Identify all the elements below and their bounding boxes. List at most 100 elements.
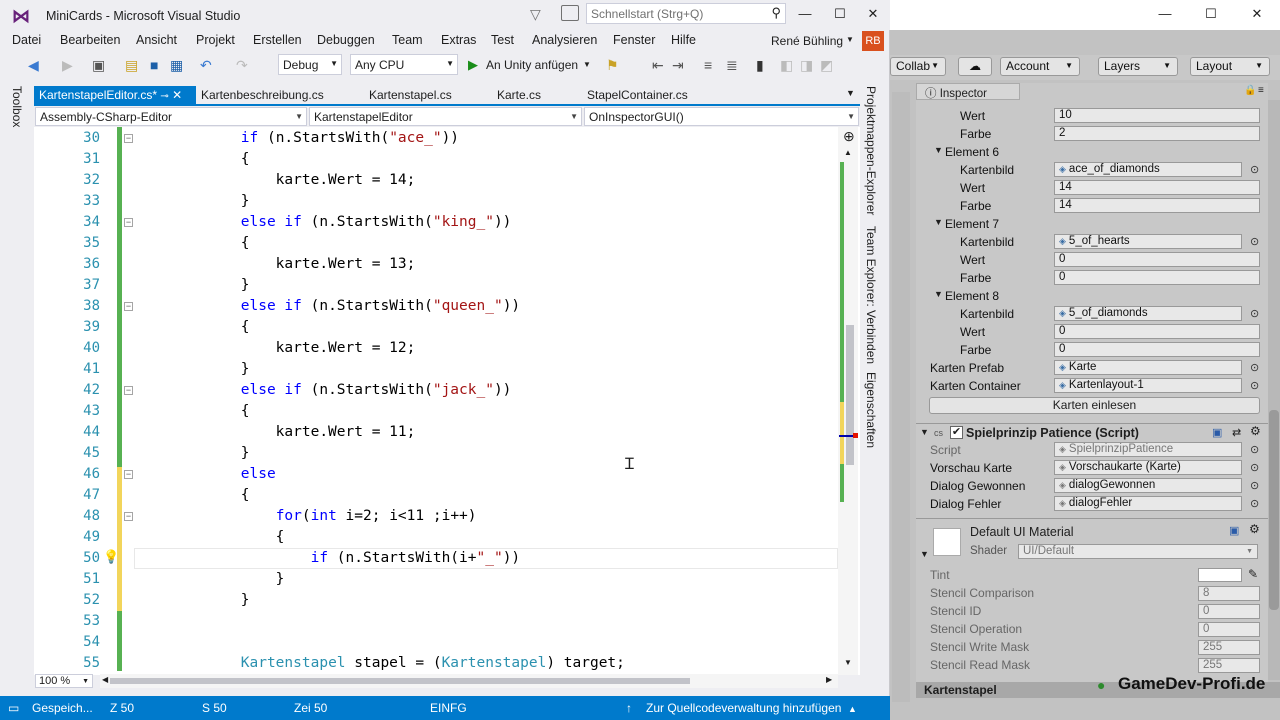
code-line[interactable]: karte.Wert = 13; bbox=[136, 254, 416, 275]
collapse-icon[interactable]: − bbox=[124, 470, 133, 479]
code-line[interactable]: else if (n.StartsWith("queen_")) bbox=[136, 296, 520, 317]
code-line[interactable]: } bbox=[136, 275, 250, 296]
solution-explorer-tab[interactable]: Projektmappen-Explorer bbox=[864, 86, 878, 215]
redo-icon[interactable]: ↷ bbox=[236, 57, 248, 73]
layers-button[interactable]: Layers ▼ bbox=[1098, 57, 1178, 76]
menu-test[interactable]: Test bbox=[491, 33, 514, 47]
configuration-select[interactable]: Debug ▼ bbox=[278, 54, 342, 75]
code-line[interactable]: if (n.StartsWith("ace_")) bbox=[136, 128, 459, 149]
horizontal-scroll-thumb[interactable] bbox=[110, 678, 690, 684]
gear-icon[interactable]: ⚙ bbox=[1250, 424, 1261, 438]
lock-icon[interactable]: 🔒 bbox=[1244, 85, 1256, 96]
object-picker-icon[interactable]: ⊙ bbox=[1250, 479, 1259, 492]
scroll-up-icon[interactable]: ▲ bbox=[844, 148, 852, 157]
menu-fenster[interactable]: Fenster bbox=[613, 33, 655, 47]
scroll-right-icon[interactable]: ▶ bbox=[826, 675, 832, 684]
code-line[interactable]: } bbox=[136, 359, 250, 380]
material-property-value[interactable]: 0 bbox=[1198, 622, 1260, 637]
menu-hilfe[interactable]: Hilfe bbox=[671, 33, 696, 47]
tab-kartenstapel[interactable]: Kartenstapel.cs bbox=[364, 86, 457, 104]
save-all-icon[interactable]: ▦ bbox=[170, 57, 183, 73]
tab-kartenstapeleditor[interactable]: KartenstapelEditor.cs* ⊸ ✕ bbox=[34, 86, 196, 104]
inspector-tab[interactable]: ⓘ Inspector bbox=[916, 83, 1020, 100]
material-property-value[interactable]: 0 bbox=[1198, 604, 1260, 619]
close-tab-icon[interactable]: ✕ bbox=[172, 88, 182, 102]
value-field[interactable]: 14 bbox=[1054, 198, 1260, 213]
tab-overflow-icon[interactable]: ▼ bbox=[846, 88, 855, 98]
code-line[interactable]: karte.Wert = 12; bbox=[136, 338, 416, 359]
menu-team[interactable]: Team bbox=[392, 33, 423, 47]
class-nav-select[interactable]: KartenstapelEditor ▼ bbox=[309, 107, 582, 126]
gear-icon[interactable]: ⚙ bbox=[1249, 522, 1260, 536]
karten-einlesen-button[interactable]: Karten einlesen bbox=[929, 397, 1260, 414]
menu-bearbeiten[interactable]: Bearbeiten bbox=[60, 33, 120, 47]
object-field[interactable]: ◈ ace_of_diamonds bbox=[1054, 162, 1242, 177]
scrollbar-thumb[interactable] bbox=[846, 325, 854, 465]
code-line[interactable]: else bbox=[136, 464, 276, 485]
object-picker-icon[interactable]: ⊙ bbox=[1250, 361, 1259, 374]
team-explorer-tab[interactable]: Team Explorer: Verbinden bbox=[864, 226, 878, 364]
collapse-icon[interactable]: − bbox=[124, 512, 133, 521]
project-nav-select[interactable]: Assembly-CSharp-Editor ▼ bbox=[35, 107, 307, 126]
code-line[interactable]: for(int i=2; i<11 ;i++) bbox=[136, 506, 477, 527]
maximize-button[interactable]: ☐ bbox=[825, 4, 855, 24]
quick-launch-input[interactable]: Schnellstart (Strg+Q) ⚲ bbox=[586, 3, 786, 24]
upload-icon[interactable]: ↑ bbox=[626, 701, 632, 715]
code-line[interactable]: { bbox=[136, 317, 250, 338]
code-line[interactable]: karte.Wert = 11; bbox=[136, 422, 416, 443]
save-icon[interactable]: ■ bbox=[150, 57, 158, 73]
split-icon[interactable]: ⊕ bbox=[843, 128, 855, 145]
value-field[interactable]: 0 bbox=[1054, 270, 1260, 285]
code-line[interactable]: else if (n.StartsWith("jack_")) bbox=[136, 380, 512, 401]
indent-icon[interactable]: ≡ bbox=[704, 57, 712, 73]
forward-icon[interactable]: ▶ bbox=[62, 57, 73, 73]
value-field[interactable]: 0 bbox=[1054, 252, 1260, 267]
tab-kartenbeschreibung[interactable]: Kartenbeschreibung.cs bbox=[196, 86, 329, 104]
code-line[interactable]: { bbox=[136, 401, 250, 422]
back-icon[interactable]: ◀ bbox=[28, 57, 39, 73]
foldout-icon[interactable]: ▼ bbox=[934, 289, 943, 299]
chevron-up-icon[interactable]: ▲ bbox=[848, 704, 857, 714]
foldout-icon[interactable]: ▼ bbox=[920, 427, 929, 437]
array-element-foldout[interactable]: Element 7 bbox=[945, 215, 999, 233]
code-line[interactable]: { bbox=[136, 149, 250, 170]
scroll-left-icon[interactable]: ◀ bbox=[102, 675, 108, 684]
object-picker-icon[interactable]: ⊙ bbox=[1250, 461, 1259, 474]
preset-icon[interactable]: ⇄ bbox=[1232, 426, 1241, 439]
object-field[interactable]: ◈ dialogGewonnen bbox=[1054, 478, 1242, 493]
user-name[interactable]: René Bühling bbox=[771, 34, 843, 48]
material-property-value[interactable]: 8 bbox=[1198, 586, 1260, 601]
help-icon[interactable]: ▣ bbox=[1212, 426, 1222, 439]
shader-select[interactable]: UI/Default ▼ bbox=[1018, 544, 1258, 559]
value-field[interactable]: 10 bbox=[1054, 108, 1260, 123]
object-field[interactable]: ◈ SpielprinzipPatience bbox=[1054, 442, 1242, 457]
collapse-icon[interactable]: − bbox=[124, 218, 133, 227]
value-field[interactable]: 0 bbox=[1054, 342, 1260, 357]
eyedropper-icon[interactable]: ✎ bbox=[1248, 567, 1258, 581]
add-source-control-button[interactable]: Zur Quellcodeverwaltung hinzufügen bbox=[646, 701, 841, 715]
zoom-select[interactable]: 100 % ▼ bbox=[35, 674, 93, 688]
tab-stapelcontainer[interactable]: StapelContainer.cs bbox=[582, 86, 693, 104]
object-picker-icon[interactable]: ⊙ bbox=[1250, 379, 1259, 392]
left-panel-scrollbar[interactable] bbox=[892, 92, 910, 702]
menu-projekt[interactable]: Projekt bbox=[196, 33, 235, 47]
filter-icon[interactable]: ▽ bbox=[530, 6, 541, 23]
layout-button[interactable]: Layout ▼ bbox=[1190, 57, 1270, 76]
array-element-foldout[interactable]: Element 8 bbox=[945, 287, 999, 305]
menu-extras[interactable]: Extras bbox=[441, 33, 476, 47]
code-line[interactable]: else if (n.StartsWith("king_")) bbox=[136, 212, 512, 233]
lightbulb-icon[interactable]: 💡 bbox=[103, 549, 119, 565]
object-picker-icon[interactable]: ⊙ bbox=[1250, 443, 1259, 456]
collapse-icon[interactable]: − bbox=[124, 386, 133, 395]
new-project-icon[interactable]: ▣ bbox=[92, 57, 105, 73]
code-line[interactable]: } bbox=[136, 569, 285, 590]
menu-erstellen[interactable]: Erstellen bbox=[253, 33, 302, 47]
material-property-value[interactable]: 255 bbox=[1198, 640, 1260, 655]
menu-analysieren[interactable]: Analysieren bbox=[532, 33, 597, 47]
clear-bookmarks-icon[interactable]: ◩ bbox=[820, 57, 833, 73]
menu-ansicht[interactable]: Ansicht bbox=[136, 33, 177, 47]
properties-tab[interactable]: Eigenschaften bbox=[864, 372, 878, 448]
pin-icon[interactable]: ⊸ bbox=[160, 91, 168, 102]
object-field[interactable]: ◈ 5_of_hearts bbox=[1054, 234, 1242, 249]
menu-debuggen[interactable]: Debuggen bbox=[317, 33, 375, 47]
